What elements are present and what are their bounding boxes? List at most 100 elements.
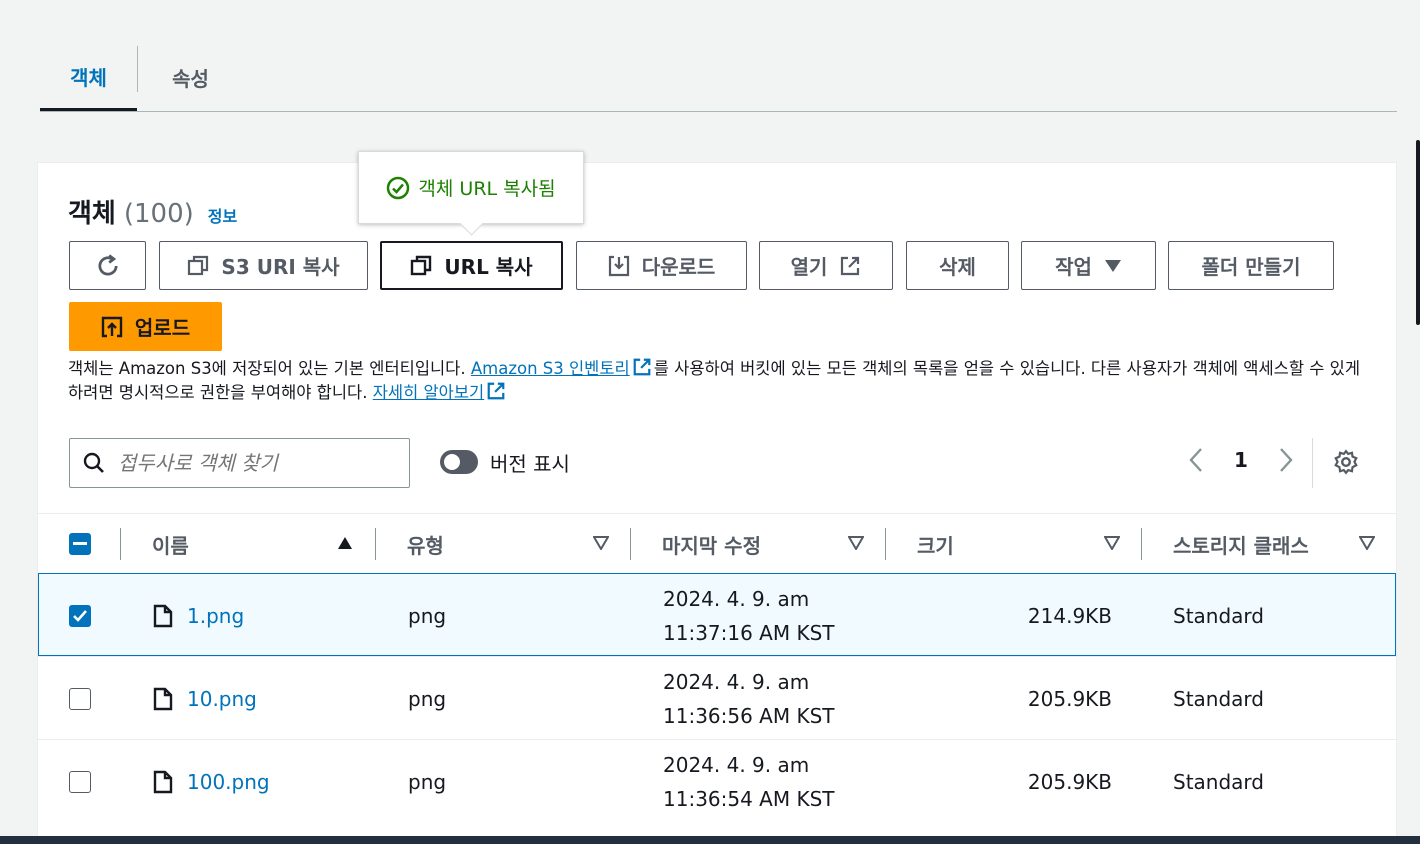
sort-ascending-icon[interactable] bbox=[337, 536, 353, 550]
table-header: 이름 유형 마지막 수정 크기 스토리지 클래스 bbox=[38, 513, 1396, 573]
page-title: 객체 (100) 정보 bbox=[68, 193, 237, 230]
chevron-right-icon[interactable] bbox=[1278, 447, 1294, 473]
toggle-label: 버전 표시 bbox=[490, 451, 570, 476]
info-link[interactable]: 정보 bbox=[208, 203, 237, 227]
copy-icon bbox=[411, 255, 432, 275]
select-all-checkbox[interactable] bbox=[69, 514, 91, 574]
description-text-1: 객체는 Amazon S3에 저장되어 있는 기본 엔터티입니다. bbox=[68, 359, 471, 378]
column-separator bbox=[885, 528, 886, 560]
download-icon bbox=[608, 255, 629, 276]
toggle-knob bbox=[444, 454, 460, 470]
refresh-button[interactable] bbox=[69, 241, 146, 290]
window-edge bbox=[1416, 140, 1420, 325]
name-cell: 100.png bbox=[153, 740, 270, 823]
type-cell: png bbox=[408, 603, 447, 628]
copy-success-tooltip: 객체 URL 복사됨 bbox=[358, 151, 584, 224]
chevron-left-icon[interactable] bbox=[1188, 447, 1204, 473]
file-icon bbox=[153, 687, 173, 710]
size-cell: 205.9KB bbox=[1027, 686, 1112, 711]
object-name-link[interactable]: 100.png bbox=[187, 770, 270, 794]
column-header-storage-class[interactable]: 스토리지 클래스 bbox=[1173, 514, 1309, 574]
modified-time: 11:36:56 AM KST bbox=[663, 703, 835, 728]
checkmark-icon bbox=[73, 609, 87, 622]
gear-icon[interactable] bbox=[1333, 449, 1359, 475]
tab-objects[interactable]: 객체 bbox=[40, 44, 137, 111]
copy-icon bbox=[188, 255, 209, 275]
copy-url-label: URL 복사 bbox=[444, 255, 533, 279]
column-separator bbox=[120, 528, 121, 560]
external-link-icon[interactable] bbox=[486, 381, 506, 401]
delete-button[interactable]: 삭제 bbox=[906, 241, 1009, 290]
sort-icon[interactable] bbox=[593, 536, 609, 550]
modified-time: 11:36:54 AM KST bbox=[663, 786, 835, 811]
external-link-icon[interactable] bbox=[632, 357, 652, 377]
create-folder-button[interactable]: 폴더 만들기 bbox=[1168, 241, 1334, 290]
show-versions-toggle[interactable]: 버전 표시 bbox=[440, 447, 570, 477]
last-modified-cell: 2024. 4. 9. am 11:36:54 AM KST bbox=[663, 740, 835, 823]
column-header-last-modified[interactable]: 마지막 수정 bbox=[662, 514, 761, 574]
copy-url-button[interactable]: URL 복사 bbox=[380, 241, 563, 290]
inventory-link[interactable]: Amazon S3 인벤토리 bbox=[471, 359, 630, 378]
modified-date: 2024. 4. 9. am bbox=[663, 586, 810, 611]
check-circle-icon bbox=[387, 176, 410, 199]
object-name-link[interactable]: 10.png bbox=[187, 687, 257, 711]
name-cell: 1.png bbox=[153, 574, 244, 657]
row-checkbox-box[interactable] bbox=[69, 604, 91, 627]
pager-divider bbox=[1312, 438, 1313, 488]
column-header-name[interactable]: 이름 bbox=[152, 514, 189, 574]
column-header-type[interactable]: 유형 bbox=[407, 514, 444, 574]
file-icon bbox=[153, 604, 173, 627]
name-cell: 10.png bbox=[153, 657, 257, 740]
column-separator bbox=[630, 528, 631, 560]
sort-icon[interactable] bbox=[848, 536, 864, 550]
actions-label: 작업 bbox=[1055, 255, 1092, 279]
search-input[interactable] bbox=[118, 451, 388, 475]
size-cell: 205.9KB bbox=[1027, 769, 1112, 794]
current-page[interactable]: 1 bbox=[1234, 448, 1248, 472]
column-header-size[interactable]: 크기 bbox=[917, 514, 954, 574]
table-row[interactable]: 1.png png 2024. 4. 9. am 11:37:16 AM KST… bbox=[38, 573, 1396, 656]
row-checkbox[interactable] bbox=[69, 740, 91, 823]
storage-class-cell: Standard bbox=[1173, 686, 1264, 711]
external-link-icon bbox=[841, 256, 860, 275]
table-row[interactable]: 10.png png 2024. 4. 9. am 11:36:56 AM KS… bbox=[38, 656, 1396, 739]
search-box[interactable] bbox=[69, 438, 410, 488]
modified-date: 2024. 4. 9. am bbox=[663, 669, 810, 694]
objects-table: 이름 유형 마지막 수정 크기 스토리지 클래스 1.png png 2024.… bbox=[38, 513, 1396, 822]
row-checkbox-box[interactable] bbox=[69, 770, 91, 793]
sort-icon[interactable] bbox=[1359, 536, 1375, 550]
column-separator bbox=[375, 528, 376, 560]
copy-s3-uri-button[interactable]: S3 URI 복사 bbox=[159, 241, 368, 290]
select-all-checkbox-box[interactable] bbox=[69, 533, 91, 555]
copy-s3-uri-label: S3 URI 복사 bbox=[221, 255, 340, 279]
table-row[interactable]: 100.png png 2024. 4. 9. am 11:36:54 AM K… bbox=[38, 739, 1396, 822]
object-name-link[interactable]: 1.png bbox=[187, 604, 244, 628]
last-modified-cell: 2024. 4. 9. am 11:37:16 AM KST bbox=[663, 574, 835, 657]
upload-icon bbox=[101, 316, 123, 337]
row-checkbox[interactable] bbox=[69, 574, 91, 657]
toggle-track[interactable] bbox=[440, 450, 478, 474]
open-label: 열기 bbox=[790, 255, 828, 279]
storage-class-cell: Standard bbox=[1173, 769, 1264, 794]
upload-button[interactable]: 업로드 bbox=[69, 302, 222, 351]
open-button[interactable]: 열기 bbox=[759, 241, 893, 290]
delete-label: 삭제 bbox=[939, 255, 976, 279]
column-separator bbox=[1141, 528, 1142, 560]
tab-bar: 객체 속성 bbox=[40, 44, 1397, 112]
download-button[interactable]: 다운로드 bbox=[576, 241, 747, 290]
tab-properties[interactable]: 속성 bbox=[138, 44, 243, 111]
object-count: (100) bbox=[123, 199, 194, 229]
row-checkbox[interactable] bbox=[69, 657, 91, 740]
learn-more-link[interactable]: 자세히 알아보기 bbox=[373, 383, 485, 402]
caret-down-icon bbox=[1104, 259, 1121, 272]
pagination: 1 bbox=[1188, 447, 1294, 473]
bottom-bar bbox=[0, 836, 1420, 844]
row-checkbox-box[interactable] bbox=[69, 687, 91, 710]
actions-dropdown[interactable]: 작업 bbox=[1021, 241, 1156, 290]
sort-icon[interactable] bbox=[1104, 536, 1120, 550]
panel-title-text: 객체 bbox=[68, 199, 116, 229]
size-cell: 214.9KB bbox=[1027, 603, 1112, 628]
download-label: 다운로드 bbox=[641, 255, 716, 279]
tooltip-text: 객체 URL 복사됨 bbox=[418, 178, 556, 200]
storage-class-cell: Standard bbox=[1173, 603, 1264, 628]
